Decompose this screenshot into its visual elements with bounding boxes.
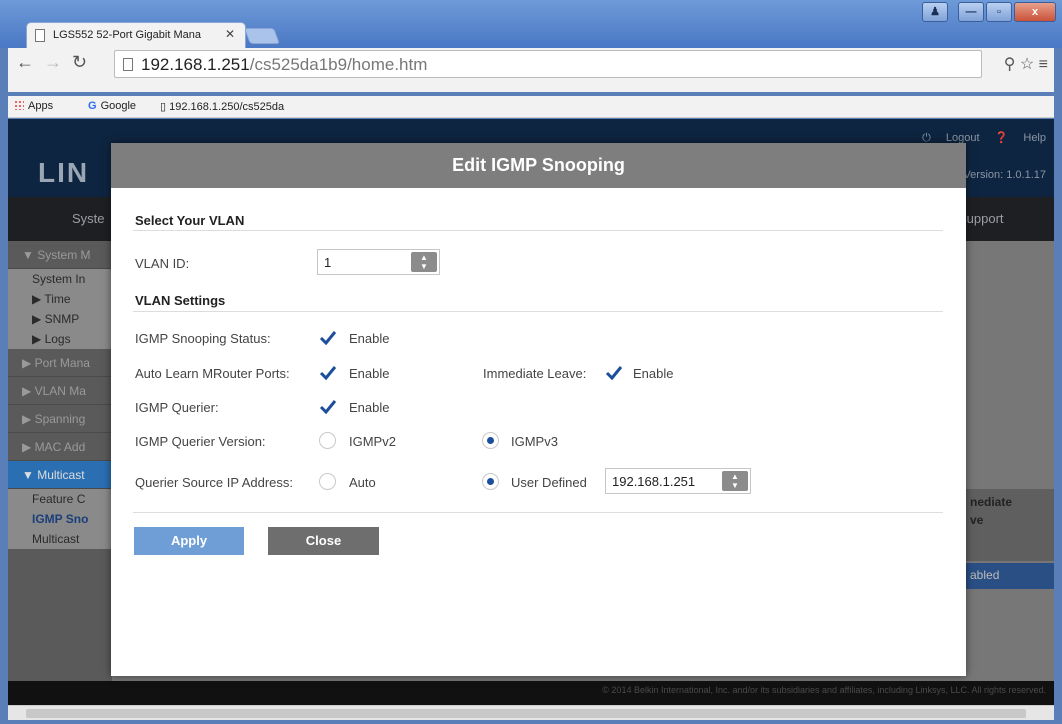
- sidebar-item[interactable]: Multicast: [8, 529, 112, 549]
- sidebar-item[interactable]: ▶ VLAN Ma: [8, 377, 112, 405]
- querier-version-label: IGMP Querier Version:: [135, 434, 266, 449]
- querier-version-v3-label: IGMPv3: [511, 434, 558, 449]
- tab-close-icon[interactable]: ✕: [225, 27, 235, 41]
- tab-title: LGS552 52-Port Gigabit Mana: [53, 29, 201, 41]
- immediate-leave-enable: Enable: [633, 366, 674, 381]
- divider: [133, 512, 943, 513]
- spinner-arrows-icon[interactable]: ▲ ▼: [411, 252, 437, 272]
- bookmark-apps[interactable]: Apps: [14, 100, 53, 112]
- linksys-logo: LIN: [38, 157, 90, 188]
- dialog-title: Edit IGMP Snooping: [111, 143, 966, 188]
- auto-learn-enable: Enable: [349, 366, 390, 381]
- auto-learn-label: Auto Learn MRouter Ports:: [135, 366, 290, 381]
- auto-learn-checkbox[interactable]: [319, 364, 337, 382]
- table-header: nediate ve: [964, 489, 1054, 561]
- sidebar-item-igmp-snooping[interactable]: IGMP Sno: [8, 509, 112, 529]
- sidebar-item[interactable]: ▼ System M: [8, 241, 112, 269]
- toolbar-icons[interactable]: ⚲ ☆ ≡: [1004, 54, 1048, 74]
- address-bar[interactable]: 192.168.1.251/cs525da1b9/home.htm: [114, 50, 982, 78]
- querier-enable: Enable: [349, 400, 390, 415]
- browser-tab[interactable]: LGS552 52-Port Gigabit Mana ✕: [26, 22, 246, 48]
- new-tab-button[interactable]: [244, 28, 280, 44]
- window-controls: ♟ — ▫ x: [922, 2, 1056, 22]
- checkmark-icon: [605, 366, 623, 381]
- source-ip-select[interactable]: 192.168.1.251 ▲ ▼: [605, 468, 751, 494]
- sidebar-item[interactable]: ▶ Port Mana: [8, 349, 112, 377]
- sidebar-item[interactable]: ▶ MAC Add: [8, 433, 112, 461]
- snooping-status-label: IGMP Snooping Status:: [135, 331, 271, 346]
- page-icon: [35, 29, 45, 42]
- sidebar-item[interactable]: ▶ Logs: [8, 329, 112, 349]
- checkmark-icon: [319, 331, 337, 346]
- user-icon[interactable]: ♟: [922, 2, 948, 22]
- sidebar: ▼ System M System In ▶ Time ▶ SNMP ▶ Log…: [8, 241, 112, 681]
- immediate-leave-label: Immediate Leave:: [483, 366, 587, 381]
- vlan-id-select[interactable]: 1 ▲ ▼: [317, 249, 440, 275]
- google-icon: G: [88, 100, 97, 112]
- sidebar-item[interactable]: ▶ Time: [8, 289, 112, 309]
- divider: [133, 230, 943, 231]
- bookmark-google[interactable]: G Google: [88, 100, 136, 112]
- back-arrow-icon[interactable]: ←: [16, 52, 34, 73]
- close-window-button[interactable]: x: [1014, 2, 1056, 22]
- querier-version-v2-label: IGMPv2: [349, 434, 396, 449]
- section-title-settings: VLAN Settings: [135, 293, 226, 308]
- browser-toolbar: ← → ↻ 192.168.1.251/cs525da1b9/home.htm …: [8, 48, 1054, 92]
- page-footer: © 2014 Belkin International, Inc. and/or…: [8, 681, 1054, 705]
- apply-button[interactable]: Apply: [134, 527, 244, 555]
- bookmarks-bar: Apps G Google ▯ 192.168.1.250/cs525da: [8, 96, 1054, 118]
- table-cell: abled: [964, 563, 1054, 589]
- sidebar-item[interactable]: ▶ Spanning: [8, 405, 112, 433]
- minimize-button[interactable]: —: [958, 2, 984, 22]
- forward-arrow-icon[interactable]: →: [44, 52, 62, 73]
- source-ip-auto-label: Auto: [349, 475, 376, 490]
- source-ip-auto-radio[interactable]: [319, 473, 336, 490]
- sidebar-item[interactable]: Feature C: [8, 489, 112, 509]
- checkmark-icon: [319, 366, 337, 381]
- checkmark-icon: [319, 400, 337, 415]
- reload-icon[interactable]: ↻: [72, 52, 87, 73]
- page-icon: [123, 58, 133, 71]
- help-link[interactable]: ❓ Help: [995, 132, 1046, 144]
- apps-icon: [14, 100, 24, 110]
- source-ip-user-label: User Defined: [511, 475, 587, 490]
- bookmark-site[interactable]: ▯ 192.168.1.250/cs525da: [160, 100, 284, 113]
- querier-label: IGMP Querier:: [135, 400, 219, 415]
- horizontal-scrollbar[interactable]: [8, 705, 1054, 720]
- vlan-id-label: VLAN ID:: [135, 256, 190, 271]
- scrollbar-thumb[interactable]: [26, 709, 1026, 718]
- browser-titlebar: LGS552 52-Port Gigabit Mana ✕ ♟ — ▫ x: [0, 0, 1062, 48]
- sidebar-item[interactable]: System In: [8, 269, 112, 289]
- immediate-leave-checkbox[interactable]: [605, 364, 623, 382]
- vlan-id-value: 1: [324, 255, 332, 270]
- source-ip-label: Querier Source IP Address:: [135, 475, 294, 490]
- sidebar-item[interactable]: ▶ SNMP: [8, 309, 112, 329]
- querier-checkbox[interactable]: [319, 398, 337, 416]
- source-ip-value: 192.168.1.251: [612, 474, 696, 489]
- snooping-status-enable: Enable: [349, 331, 390, 346]
- snooping-status-checkbox[interactable]: [319, 329, 337, 347]
- section-title-vlan: Select Your VLAN: [135, 213, 245, 228]
- divider: [133, 311, 943, 312]
- querier-version-v2-radio[interactable]: [319, 432, 336, 449]
- firmware-version: Version: 1.0.1.17: [963, 169, 1046, 181]
- source-ip-user-radio[interactable]: [482, 473, 499, 490]
- spinner-arrows-icon[interactable]: ▲ ▼: [722, 471, 748, 491]
- menu-item-system[interactable]: Syste: [72, 211, 105, 226]
- edit-igmp-dialog: Edit IGMP Snooping Select Your VLAN VLAN…: [111, 143, 966, 676]
- sidebar-item-multicast[interactable]: ▼ Multicast: [8, 461, 112, 489]
- close-button[interactable]: Close: [268, 527, 379, 555]
- maximize-button[interactable]: ▫: [986, 2, 1012, 22]
- querier-version-v3-radio[interactable]: [482, 432, 499, 449]
- url-text: 192.168.1.251/cs525da1b9/home.htm: [141, 55, 428, 74]
